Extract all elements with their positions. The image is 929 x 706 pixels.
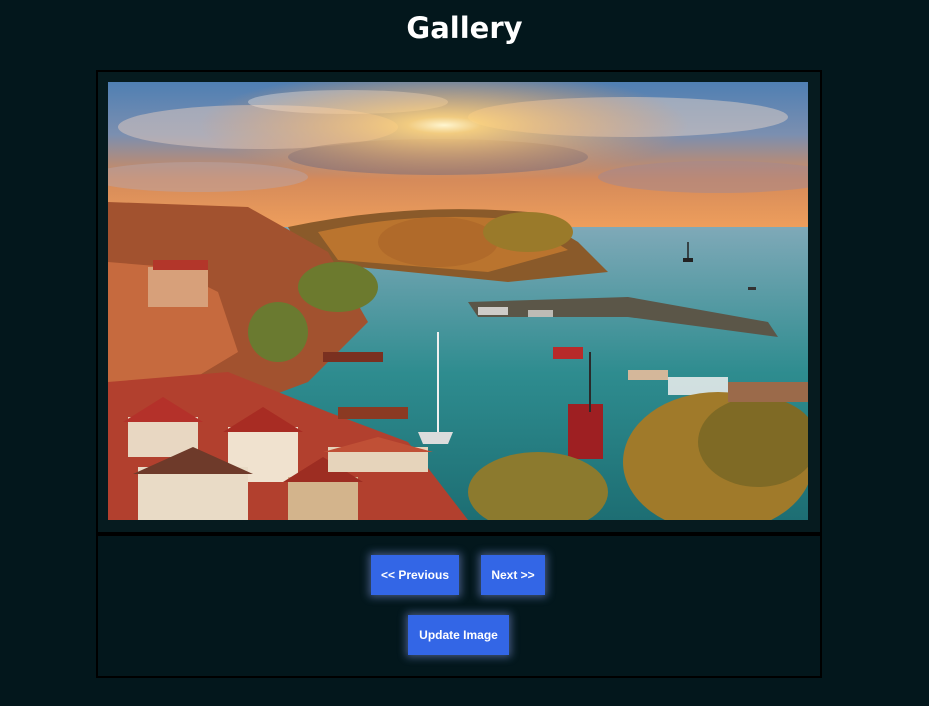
image-frame [96, 70, 822, 534]
controls-panel: << Previous Next >> Update Image [96, 534, 822, 678]
previous-button[interactable]: << Previous [371, 555, 459, 595]
next-button[interactable]: Next >> [481, 555, 545, 595]
update-image-button[interactable]: Update Image [408, 615, 509, 655]
page-title: Gallery [406, 11, 523, 45]
gallery-image [108, 82, 808, 520]
